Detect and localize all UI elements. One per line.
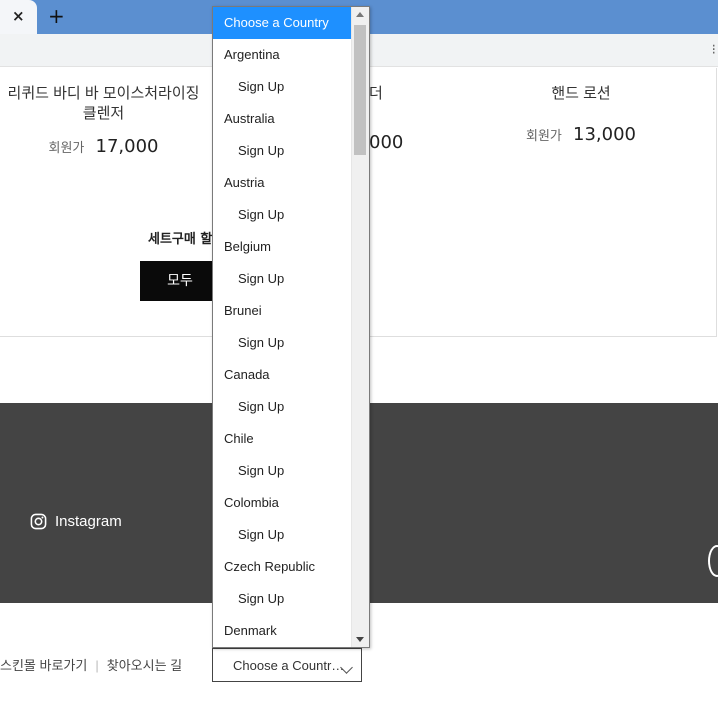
view-all-button[interactable]: 모두 xyxy=(140,261,220,301)
dropdown-option[interactable]: Belgium xyxy=(213,231,352,263)
scroll-down-icon[interactable] xyxy=(356,637,364,642)
dropdown-option[interactable]: Canada xyxy=(213,359,352,391)
dropdown-option[interactable]: Argentina xyxy=(213,39,352,71)
dropdown-option[interactable]: Choose a Country xyxy=(213,7,352,39)
instagram-label: Instagram xyxy=(55,513,122,530)
dropdown-option-signup[interactable]: Sign Up xyxy=(213,71,352,103)
directions-link[interactable]: 찾아오시는 길 xyxy=(107,658,182,673)
price-value: 000 xyxy=(369,132,404,153)
scroll-up-icon[interactable] xyxy=(356,12,364,17)
link-separator: | xyxy=(95,658,99,673)
country-select-value: Choose a Countr… xyxy=(233,658,345,673)
scrollbar-thumb[interactable] xyxy=(354,25,366,155)
dropdown-option-signup[interactable]: Sign Up xyxy=(213,455,352,487)
close-tab-icon[interactable]: × xyxy=(12,7,25,25)
price-value: 17,000 xyxy=(95,136,159,157)
price-value: 13,000 xyxy=(573,124,636,145)
active-tab[interactable]: × xyxy=(0,0,37,34)
dropdown-option[interactable]: Chile xyxy=(213,423,352,455)
dropdown-option[interactable]: Australia xyxy=(213,103,352,135)
view-all-label: 모두 xyxy=(167,273,193,289)
dropdown-option[interactable]: Brunei xyxy=(213,295,352,327)
dropdown-options: Choose a Country Argentina Sign Up Australi… xyxy=(213,7,352,647)
dropdown-option-signup[interactable]: Sign Up xyxy=(213,135,352,167)
product-name: 더 xyxy=(369,85,383,102)
dropdown-option[interactable]: Colombia xyxy=(213,487,352,519)
price-label: 회원가 xyxy=(526,129,562,144)
dropdown-option[interactable]: Austria xyxy=(213,167,352,199)
toolbar-edge-icon: ⁝ xyxy=(711,42,716,58)
dropdown-option[interactable]: Denmark xyxy=(213,615,352,647)
product-item[interactable]: 리퀴드 바디 바 모이스처라이징 클렌저 회원가 17,000 xyxy=(0,84,216,157)
instagram-icon xyxy=(30,513,47,530)
country-dropdown-list[interactable]: Choose a Country Argentina Sign Up Australi… xyxy=(212,6,370,648)
price-row: 회원가 17,000 xyxy=(0,136,216,157)
product-item[interactable]: 핸드 로션 회원가 13,000 xyxy=(501,84,661,145)
dropdown-option-signup[interactable]: Sign Up xyxy=(213,391,352,423)
set-purchase-label: 세트구매 할 xyxy=(148,232,213,247)
dropdown-option-signup[interactable]: Sign Up xyxy=(213,263,352,295)
footer-logo-icon xyxy=(708,545,718,577)
price-label: 회원가 xyxy=(48,141,85,156)
price-row: 000 xyxy=(369,132,419,153)
skinmall-link[interactable]: 스킨몰 바로가기 xyxy=(0,658,87,673)
product-name: 핸드 로션 xyxy=(551,85,611,102)
price-row: 회원가 13,000 xyxy=(501,124,661,145)
instagram-link[interactable]: Instagram xyxy=(30,513,122,530)
country-select[interactable]: Choose a Countr… xyxy=(212,648,362,682)
dropdown-scrollbar[interactable] xyxy=(351,7,369,647)
product-name: 리퀴드 바디 바 모이스처라이징 클렌저 xyxy=(7,85,200,122)
new-tab-icon[interactable]: + xyxy=(48,4,65,28)
dropdown-option-signup[interactable]: Sign Up xyxy=(213,199,352,231)
bottom-links: 스킨몰 바로가기 | 찾아오시는 길 xyxy=(0,655,182,674)
dropdown-option-signup[interactable]: Sign Up xyxy=(213,519,352,551)
dropdown-option-signup[interactable]: Sign Up xyxy=(213,327,352,359)
product-item[interactable]: 더 xyxy=(369,84,409,104)
dropdown-option[interactable]: Czech Republic xyxy=(213,551,352,583)
dropdown-option-signup[interactable]: Sign Up xyxy=(213,583,352,615)
